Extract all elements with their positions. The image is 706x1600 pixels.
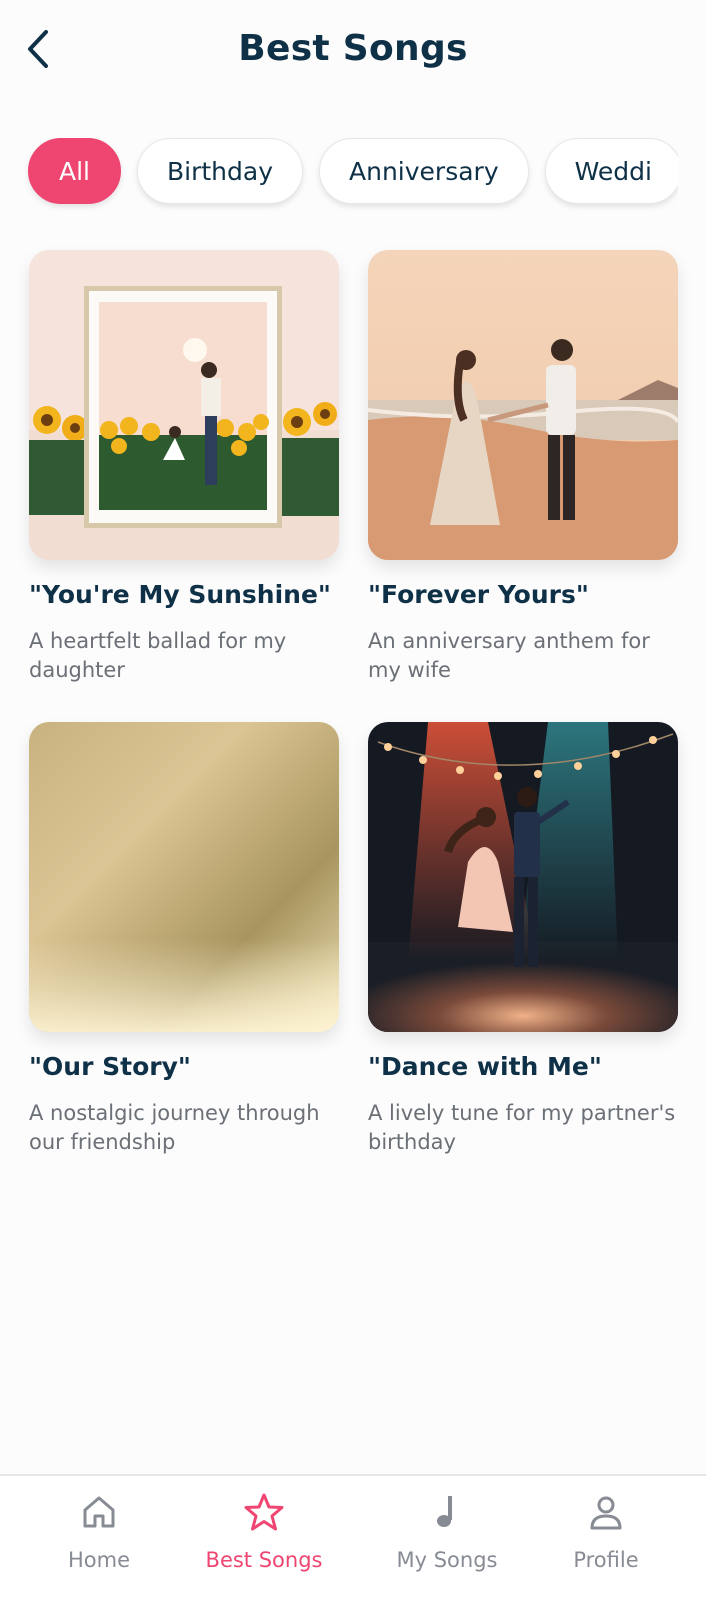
star-icon xyxy=(244,1493,284,1531)
nav-home[interactable]: Home xyxy=(19,1492,179,1572)
song-thumbnail xyxy=(368,722,678,1032)
song-title: "Dance with Me" xyxy=(368,1052,602,1081)
song-title: "You're My Sunshine" xyxy=(29,580,331,609)
nav-my-songs[interactable]: My Songs xyxy=(367,1492,527,1572)
music-note-icon xyxy=(437,1496,452,1527)
song-title: "Forever Yours" xyxy=(368,580,589,609)
song-thumbnail xyxy=(368,250,678,560)
song-thumbnail xyxy=(29,722,339,1032)
home-icon xyxy=(83,1496,115,1528)
header: Best Songs xyxy=(0,0,706,110)
song-description: A lively tune for my partner's birthday xyxy=(368,1101,676,1154)
song-description: A heartfelt ballad for my daughter xyxy=(29,629,287,682)
category-filter-bar: All Birthday Anniversary Weddi xyxy=(0,134,678,214)
song-description: An anniversary anthem for my wife xyxy=(368,629,650,682)
nav-profile-label: Profile xyxy=(573,1548,639,1572)
filter-chip-birthday[interactable]: Birthday xyxy=(137,138,304,204)
nav-profile[interactable]: Profile xyxy=(526,1492,686,1572)
nav-my-songs-label: My Songs xyxy=(396,1548,498,1572)
filter-chip-wedding[interactable]: Weddi xyxy=(544,138,678,204)
song-thumbnail xyxy=(29,250,339,560)
song-description: A nostalgic journey through our friendsh… xyxy=(29,1101,320,1154)
song-card[interactable]: "Forever Yours" An anniversary anthem fo… xyxy=(368,250,678,685)
bottom-navigation: Home Best Songs My Songs Profile xyxy=(0,1474,706,1600)
filter-chip-anniversary[interactable]: Anniversary xyxy=(319,138,529,204)
nav-best-songs-label: Best Songs xyxy=(205,1548,323,1572)
page-title: Best Songs xyxy=(238,28,468,69)
song-title: "Our Story" xyxy=(29,1052,191,1081)
nav-best-songs[interactable]: Best Songs xyxy=(184,1492,344,1572)
song-card[interactable]: "Dance with Me" A lively tune for my par… xyxy=(368,722,678,1157)
song-card[interactable]: "You're My Sunshine" A heartfelt ballad … xyxy=(29,250,339,685)
song-card[interactable]: "Our Story" A nostalgic journey through … xyxy=(29,722,339,1157)
nav-home-label: Home xyxy=(67,1548,130,1572)
person-icon xyxy=(590,1496,622,1530)
filter-chip-all[interactable]: All xyxy=(28,138,121,204)
